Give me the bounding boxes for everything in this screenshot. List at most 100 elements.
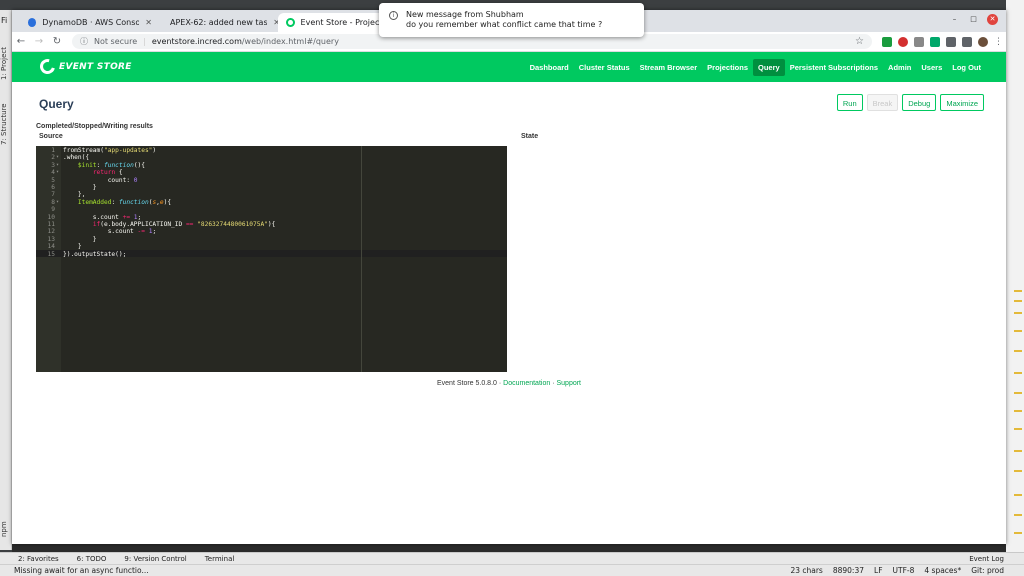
warning-icon[interactable]: ⓘ — [80, 36, 88, 47]
avatar[interactable] — [978, 36, 988, 47]
tab-event-store[interactable]: Event Store - Projection — [278, 13, 394, 32]
maximize-icon[interactable]: □ — [968, 14, 979, 25]
bookmark-star-icon[interactable]: ☆ — [855, 36, 872, 47]
code-line[interactable]: 13 } — [36, 236, 507, 243]
code-line[interactable]: 8 ▾ ItemAdded: function(s,e){ — [36, 199, 507, 206]
code-text: }).outputState(); — [63, 250, 127, 258]
version-control-tool[interactable]: 9: Version Control — [124, 555, 186, 563]
code-text: } — [63, 235, 97, 243]
maximize-button[interactable]: Maximize — [940, 94, 984, 111]
query-status: Completed/Stopped/Writing results — [36, 123, 153, 130]
code-line[interactable]: 3 ▾ $init: function(){ — [36, 162, 507, 169]
line-number: 6 — [51, 184, 55, 191]
line-number: 12 — [47, 228, 55, 236]
break-button[interactable]: Break — [866, 94, 899, 111]
nav-log-out[interactable]: Log Out — [947, 59, 986, 76]
code-text: return { — [92, 169, 123, 177]
status-position[interactable]: 8890:37 — [833, 566, 864, 575]
notification-popup[interactable]: i New message from Shubham do you rememb… — [379, 3, 644, 37]
security-label[interactable]: Not secure — [94, 37, 137, 46]
line-number: 11 — [47, 221, 55, 228]
code-text: count: 0 — [63, 176, 138, 184]
line-number: 5 — [51, 176, 55, 184]
code-line[interactable]: 11 if(e.body.APPLICATION_ID == "82632744… — [36, 221, 507, 228]
close-tab-icon[interactable]: ✕ — [145, 18, 152, 27]
code-line[interactable]: 14 } — [36, 243, 507, 250]
status-indent[interactable]: 4 spaces* — [924, 566, 961, 575]
line-number: 2 — [51, 154, 55, 162]
run-button[interactable]: Run — [836, 94, 863, 111]
notification-body: do you remember what conflict came that … — [406, 20, 603, 29]
fold-icon[interactable]: ▾ — [56, 154, 59, 161]
nav-dashboard[interactable]: Dashboard — [525, 59, 574, 76]
nav-cluster-status[interactable]: Cluster Status — [574, 59, 635, 76]
source-label: Source — [39, 133, 63, 140]
fold-icon[interactable]: ▾ — [56, 162, 59, 169]
documentation-link[interactable]: Documentation — [503, 380, 550, 387]
reload-icon[interactable]: ↻ — [48, 36, 66, 47]
forward-icon[interactable]: → — [30, 36, 48, 47]
line-number: 13 — [47, 235, 55, 243]
fold-icon[interactable]: ▾ — [56, 199, 59, 206]
nav-users[interactable]: Users — [916, 59, 947, 76]
nav-persistent-subscriptions[interactable]: Persistent Subscriptions — [785, 59, 883, 76]
todo-tool[interactable]: 6: TODO — [77, 555, 107, 563]
minimize-icon[interactable]: – — [949, 14, 960, 25]
nav-projections[interactable]: Projections — [702, 59, 753, 76]
query-actions: Run Break Debug Maximize — [836, 94, 984, 111]
extension-icon[interactable] — [898, 36, 908, 47]
status-git-branch[interactable]: Git: prod — [971, 566, 1004, 575]
close-window-icon[interactable]: ✕ — [987, 14, 998, 25]
browser-window: DynamoDB · AWS Console ✕ APEX-62: added … — [12, 10, 1006, 544]
code-text: $init: function(){ — [77, 161, 145, 169]
terminal-tool[interactable]: Terminal — [205, 555, 235, 563]
code-text: }, — [63, 191, 86, 199]
state-label: State — [521, 133, 539, 140]
npm-tool-label[interactable]: npm — [0, 520, 12, 538]
line-number: 1 — [51, 147, 55, 154]
fold-icon[interactable]: ▾ — [56, 169, 59, 176]
tab-apex[interactable]: APEX-62: added new task ✕ — [162, 13, 288, 32]
code-line[interactable]: 12 s.count -= 1; — [36, 228, 507, 235]
code-line[interactable]: 6 } — [36, 184, 507, 191]
code-editor[interactable]: 1 fromStream("app-updates") 2 ▾ .when({3 ▾ $i… — [36, 146, 507, 372]
structure-tool-label[interactable]: 7: Structure — [0, 102, 12, 146]
event-store-logo[interactable]: EVENT STORE — [37, 56, 132, 77]
extension-icon[interactable] — [930, 36, 940, 47]
code-line[interactable]: 2 ▾ .when({ — [36, 154, 507, 161]
menu-icon[interactable]: ⋮ — [994, 37, 1004, 47]
extension-icon[interactable] — [914, 36, 924, 47]
code-line[interactable]: 15}).outputState(); — [36, 251, 507, 258]
support-link[interactable]: Support — [556, 380, 581, 387]
code-text: .when({ — [63, 154, 90, 162]
favorites-tool[interactable]: 2: Favorites — [18, 555, 59, 563]
url-host: eventstore.incred.com — [151, 37, 242, 46]
music-icon[interactable] — [962, 36, 972, 47]
code-line[interactable]: 1 fromStream("app-updates") — [36, 147, 507, 154]
line-number: 9 — [51, 206, 55, 214]
status-encoding[interactable]: UTF-8 — [893, 566, 915, 575]
event-log-tool[interactable]: Event Log — [969, 555, 1024, 563]
ide-tool-window-bar: 2: Favorites 6: TODO 9: Version Control … — [0, 552, 1024, 564]
extension-icon[interactable] — [882, 36, 892, 47]
ide-menu-fragment[interactable]: Fi — [1, 16, 7, 25]
nav-query[interactable]: Query — [753, 59, 785, 76]
code-text: ItemAdded: function(s,e){ — [77, 198, 172, 206]
ide-status-bar: Missing await for an async functio... 23… — [0, 564, 1024, 576]
nav-stream-browser[interactable]: Stream Browser — [635, 59, 703, 76]
puzzle-icon[interactable] — [946, 36, 956, 47]
project-tool-label[interactable]: 1: Project — [0, 44, 12, 84]
code-text: } — [63, 243, 82, 251]
extensions-area: ⋮ — [882, 36, 1004, 47]
code-line[interactable]: 9 — [36, 206, 507, 213]
nav-admin[interactable]: Admin — [883, 59, 916, 76]
debug-button[interactable]: Debug — [902, 94, 937, 111]
back-icon[interactable]: ← — [12, 36, 30, 47]
code-line[interactable]: 5 count: 0 — [36, 177, 507, 184]
code-line[interactable]: 10 s.count += 1; — [36, 214, 507, 221]
status-line-ending[interactable]: LF — [874, 566, 883, 575]
code-line[interactable]: 7 }, — [36, 191, 507, 198]
code-line[interactable]: 4 ▾ return { — [36, 169, 507, 176]
tab-dynamodb[interactable]: DynamoDB · AWS Console ✕ — [20, 13, 160, 32]
code-text: if(e.body.APPLICATION_ID == "82632744800… — [92, 221, 276, 228]
